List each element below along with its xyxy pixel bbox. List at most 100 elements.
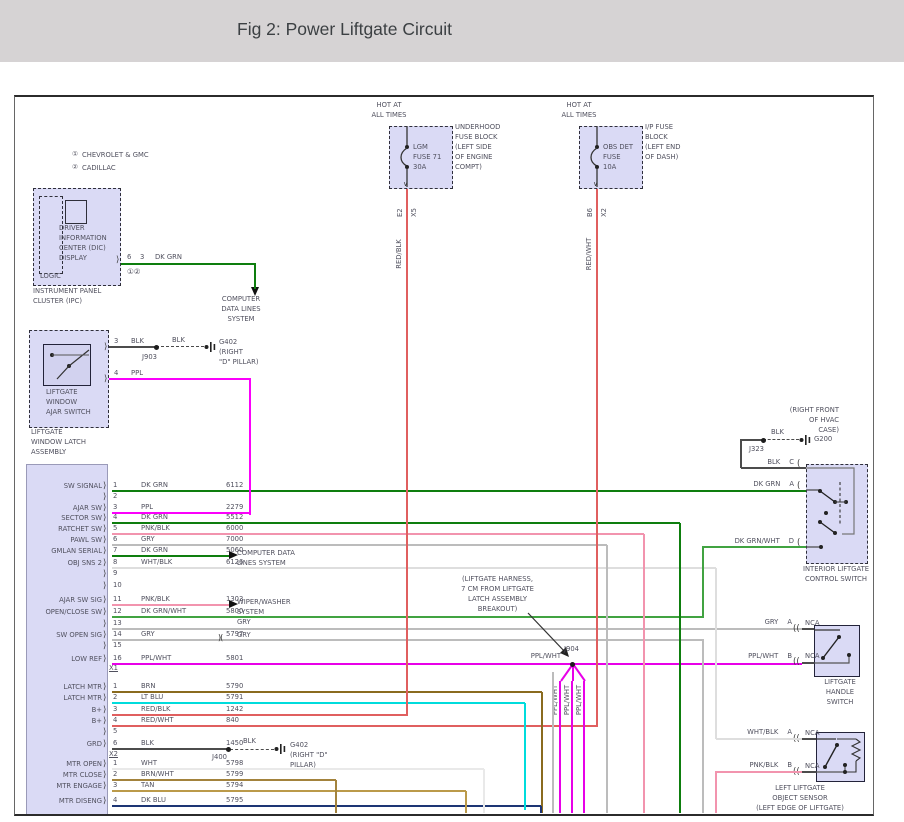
connector-pin-name: MTR OPEN [28,760,102,770]
splice-dot [570,662,575,667]
connector-pin-bracket: ⟩ [103,739,106,749]
connector-pin-name: SW SIGNAL [28,482,102,492]
wire-segment [112,639,704,641]
interior-switch-symbol [806,464,866,562]
connector-pin-bracket: ⟩ [103,727,106,737]
wire-segment [643,534,645,813]
connector-pin-name: MTR ENGAGE [28,782,102,792]
connector-pin-name: RATCHET SW [28,525,102,535]
connector-pin-name: GMLAN SERIAL [28,547,102,557]
wire-segment [715,568,717,739]
fuse1-hot-label: HOT AT ALL TIMES [360,101,418,121]
wire-segment [802,738,816,740]
wire-segment [802,771,816,773]
ipc-logic-label: LOGIC [40,272,61,282]
wire-segment [715,771,717,813]
connector-pin-number: 2 [113,492,117,502]
wire-segment [112,663,802,665]
connector-pin-name: OPEN/CLOSE SW [28,608,102,618]
splice-dot [154,345,159,350]
fuse2-terminal: B6 [586,193,596,217]
ground-icon [204,341,218,353]
ipc-wire-label: DK GRN [155,253,182,263]
legend-num-2: ② [72,163,78,173]
connector-pin-bracket: ⟩ [103,781,106,791]
wire-segment [583,681,585,813]
grd-wire-label: BLK [243,737,256,747]
wire-segment [740,439,742,468]
connector-pin-name: AJAR SW SIG [28,596,102,606]
wire-segment [802,628,814,630]
connector-pin-bracket: ⟩ [103,581,106,591]
object-sensor-caption: LEFT LIFTGATE OBJECT SENSOR (LEFT EDGE O… [720,784,874,814]
ipc-caption: INSTRUMENT PANEL CLUSTER (IPC) [33,287,101,307]
gry-label-pin14: GRY [237,631,251,641]
g200-wire-label: BLK [771,428,784,438]
wire-segment [741,467,806,469]
wiper-washer-note: WIPER/WASHER SYSTEM [237,598,291,618]
connector-pin-bracket: ⟩ [103,558,106,568]
pin-a-label: DK GRNA [704,480,794,490]
page: Fig 2: Power Liftgate Circuit ① CHEVROLE… [0,0,904,822]
connector-pin-number: 9 [113,569,117,579]
wire-segment [741,439,763,441]
ground-g200-label: G200 [814,435,832,445]
wiring-diagram: ① CHEVROLET & GMC ② CADILLAC DRIVER INFO… [14,95,874,816]
wire-segment [156,346,204,347]
connector-pin-number: 5 [113,727,117,737]
wire-segment [552,672,554,813]
wire-segment [112,490,806,492]
connector-pin-name: LATCH MTR [28,694,102,704]
connector-pin-bracket: ⟩ [103,546,106,556]
connector-pin-bracket: ⟩ [103,682,106,692]
connector-pin-bracket: ⟩ [103,716,106,726]
handle-switch-caption: LIFTGATE HANDLE SWITCH [810,678,870,708]
wire-segment [112,544,607,546]
connector-pin-bracket: ⟩ [103,513,106,523]
wire-segment [112,691,542,693]
connector-pin-bracket: ⟩ [103,481,106,491]
splice-j904-label: J904 [564,645,579,655]
fuse1-wire-label: RED/BLK [395,226,405,282]
wire-segment [465,791,467,813]
wire-segment [679,523,681,813]
wire-segment [109,378,251,380]
splice-j323-label: J323 [749,445,764,455]
fuse1-exit-bracket: ∨ [403,180,408,188]
connector-pin-name: OBJ SNS 2 [28,559,102,569]
connector-pin-bracket: ⟩ [103,759,106,769]
wire-segment [112,604,229,606]
wire-segment [109,346,156,348]
wire-segment [540,806,542,813]
ajar-pin3-bracket: ⟩ [104,342,107,352]
wire-segment [559,681,561,813]
connector-pin-bracket: ⟩ [103,796,106,806]
wire-segment [112,522,680,524]
connector-pin-bracket: ⟩ [103,630,106,640]
connector-pin-bracket: ⟩ [103,693,106,703]
fuse2-block-label: I/P FUSE BLOCK (LEFT END OF DASH) [645,123,680,163]
ajar-pin4-bracket: ⟩ [104,374,107,384]
computer-data-note: COMPUTER DATA LINES SYSTEM [237,549,295,569]
wire-segment [802,662,814,664]
ground-g402b-label: G402 (RIGHT "D" PILLAR) [290,741,328,771]
connector-pin-bracket: ⟩ [103,705,106,715]
connector-pin-name: B+ [28,706,102,716]
wire-segment [112,790,466,792]
wire-segment [112,555,229,557]
pplwht-junction-label: PPL/WHT [503,652,561,662]
connector-pin-name: B+ [28,717,102,727]
handle-switch-symbol [814,625,858,675]
dic-display-label: DRIVER INFORMATION CENTER (DIC) DISPLAY [59,224,119,264]
connector-section-label: X1 [109,664,118,674]
connector-pin-bracket: ⟩ [103,535,106,545]
wire-segment [596,189,598,727]
connector-pin-number: 15 [113,641,122,651]
fuse1-name: LGM FUSE 71 30A [413,143,441,173]
connector-pin-bracket: ⟩ [103,492,106,502]
splice-j903-label: J903 [142,353,157,363]
ipc-pin-3: 3 [140,253,144,263]
wire-segment [406,189,408,716]
ipc-variant-marks: ①② [127,266,140,277]
latch-assembly-caption: LIFTGATE WINDOW LATCH ASSEMBLY [31,428,86,458]
